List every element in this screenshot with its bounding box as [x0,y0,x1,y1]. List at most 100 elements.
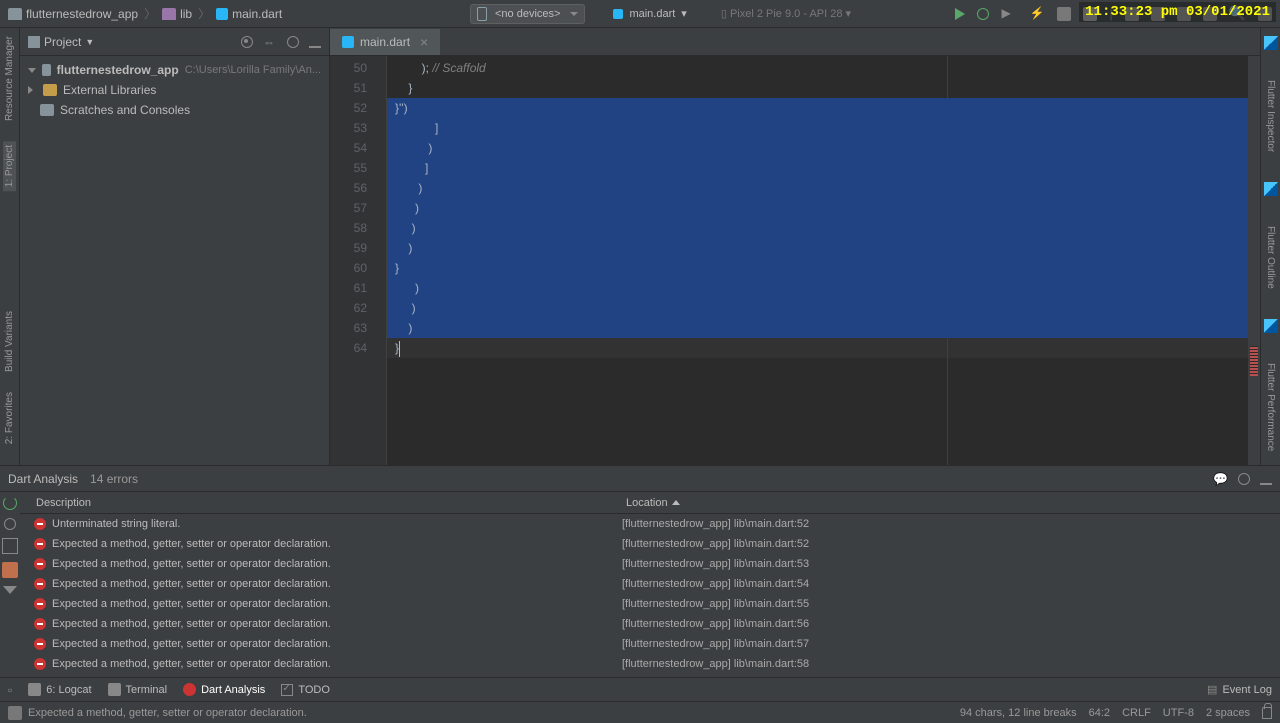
dart-icon [216,8,228,20]
group-icon[interactable] [2,562,18,578]
line-separator[interactable]: CRLF [1122,707,1151,719]
error-row[interactable]: Expected a method, getter, setter or ope… [20,594,1280,614]
breadcrumb-project[interactable]: flutternestedrow_app [8,7,138,21]
expand-arrow-icon[interactable] [28,68,36,73]
hot-reload-button[interactable]: ⚡ [1029,6,1045,22]
error-row[interactable]: Expected a method, getter, setter or ope… [20,614,1280,634]
terminal-tab[interactable]: Terminal [108,683,168,696]
col-description[interactable]: Description [20,497,616,509]
code-line[interactable]: ) [387,198,1260,218]
tool-window-icon[interactable]: ▫ [8,683,12,697]
close-icon[interactable]: × [420,34,428,50]
device-selector[interactable]: <no devices> [470,4,585,24]
code-line[interactable]: ) [387,318,1260,338]
code-line[interactable]: ) [387,238,1260,258]
autoscroll-icon[interactable] [2,538,18,554]
dropdown-icon[interactable]: ▼ [85,37,94,47]
chevron-right-icon: 〉 [144,5,156,22]
run-config-selector[interactable]: main.dart ▾ [593,4,706,23]
dart-analysis-tab[interactable]: Dart Analysis [183,683,265,696]
code-line[interactable]: ] [387,158,1260,178]
avd-selector[interactable]: ▯ Pixel 2 Pie 9.0 - API 28 ▾ [715,4,871,23]
refresh-icon[interactable] [3,496,17,510]
error-row[interactable]: Unterminated string literal.[flutternest… [20,514,1280,534]
overview-ruler[interactable] [1248,56,1260,465]
attach-button[interactable] [1057,7,1071,21]
error-row[interactable]: Expected a method, getter, setter or ope… [20,534,1280,554]
lock-icon[interactable] [1262,707,1272,719]
error-row[interactable]: Expected a method, getter, setter or ope… [20,574,1280,594]
chevron-right-icon: 〉 [198,5,210,22]
panel-title: Dart Analysis [8,472,78,486]
encoding[interactable]: UTF-8 [1163,707,1194,719]
filter-icon[interactable] [3,586,17,594]
hide-icon[interactable] [309,46,321,48]
error-row[interactable]: Expected a method, getter, setter or ope… [20,634,1280,654]
code-line[interactable]: ) [387,298,1260,318]
code-line[interactable]: ) [387,138,1260,158]
indent[interactable]: 2 spaces [1206,707,1250,719]
flutter-performance-tab[interactable]: Flutter Performance [1265,363,1276,451]
expand-arrow-icon[interactable] [28,86,37,94]
folder-icon [40,104,54,116]
flutter-inspector-tab[interactable]: Flutter Inspector [1265,80,1276,152]
fold-gutter[interactable] [375,56,387,465]
col-location[interactable]: Location [616,497,1280,509]
todo-tab[interactable]: TODO [281,684,330,696]
event-log-icon: ▤ [1207,683,1217,696]
event-log-tab[interactable]: ▤Event Log [1207,683,1272,696]
favorites-tab[interactable]: 2: Favorites [4,392,15,444]
resource-manager-tab[interactable]: Resource Manager [4,36,15,121]
build-variants-tab[interactable]: Build Variants [4,311,15,372]
flutter-outline-tab[interactable]: Flutter Outline [1265,226,1276,289]
tree-scratches[interactable]: Scratches and Consoles [20,100,329,120]
error-row[interactable]: Expected a method, getter, setter or ope… [20,654,1280,674]
code-line[interactable]: }'') [387,98,1260,118]
project-folder-icon [42,64,51,76]
code-line[interactable]: } [387,258,1260,278]
code-line[interactable]: ] [387,118,1260,138]
error-icon [34,658,46,670]
recording-timestamp: 11:33:23 pm 03/01/2021 [1079,2,1276,22]
debug-button[interactable] [977,8,989,20]
code-line[interactable]: } [387,78,1260,98]
settings-icon[interactable] [1238,473,1250,485]
hide-icon[interactable] [1260,483,1272,485]
project-tree[interactable]: flutternestedrow_app C:\Users\Lorilla Fa… [20,56,329,124]
tree-external-libs[interactable]: External Libraries [20,80,329,100]
error-icon [34,518,46,530]
code-line[interactable]: } [387,338,1260,358]
project-title[interactable]: Project [44,35,81,49]
library-icon [43,84,57,96]
code-line[interactable]: ); // Scaffold [387,58,1260,78]
error-icon [34,538,46,550]
code-line[interactable]: ) [387,278,1260,298]
logcat-icon [28,683,41,696]
dart-icon [613,9,623,19]
select-opened-file-icon[interactable] [241,36,253,48]
breadcrumb-file[interactable]: main.dart [216,7,282,21]
cursor-position[interactable]: 64:2 [1089,707,1110,719]
error-row[interactable]: Expected a method, getter, setter or ope… [20,554,1280,574]
profile-button[interactable]: ▶ [1001,6,1017,22]
editor-tab-main[interactable]: main.dart × [330,29,440,55]
gear-icon[interactable] [4,518,16,530]
code-line[interactable]: ) [387,218,1260,238]
tree-root[interactable]: flutternestedrow_app C:\Users\Lorilla Fa… [20,60,329,80]
code-editor[interactable]: 505152535455565758596061626364 ); // Sca… [330,56,1260,465]
error-list[interactable]: Unterminated string literal.[flutternest… [20,514,1280,677]
error-markers[interactable] [1250,346,1258,376]
dart-analysis-panel: Dart Analysis 14 errors 💬 Description Lo… [0,465,1280,677]
settings-icon[interactable] [287,36,299,48]
right-tool-strip: Flutter Inspector Flutter Outline Flutte… [1260,28,1280,465]
logcat-tab[interactable]: 6: Logcat [28,683,91,696]
breadcrumb-folder[interactable]: lib [162,7,192,21]
error-icon [34,638,46,650]
expand-all-icon[interactable]: ⇔ [263,35,277,49]
flutter-icon [1264,36,1278,50]
run-button[interactable] [955,8,965,20]
code-line[interactable]: ) [387,178,1260,198]
terminal-icon [108,683,121,696]
chat-icon[interactable]: 💬 [1213,472,1228,486]
project-tab[interactable]: 1: Project [3,141,16,191]
